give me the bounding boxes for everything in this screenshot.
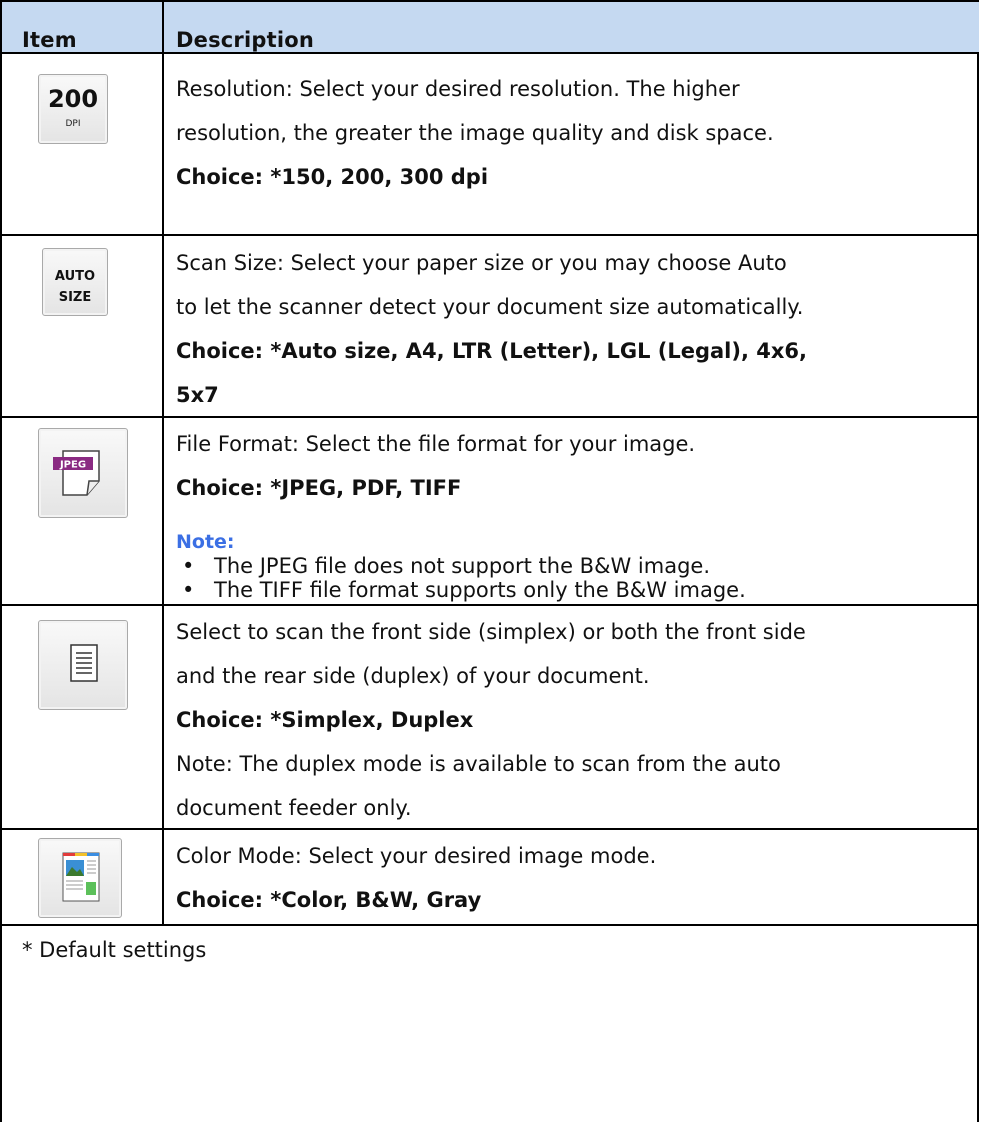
scan-size-line-1: Scan Size: Select your paper size or you… <box>176 251 787 275</box>
file-format-line-1: File Format: Select the file format for … <box>176 432 696 456</box>
list-item: The TIFF file format supports only the B… <box>176 578 746 602</box>
table-row-file-format: JPEG File Format: Select the file format… <box>2 418 979 606</box>
header-description: Description <box>176 28 315 52</box>
dpi-icon-number: 200 <box>47 85 99 113</box>
column-divider <box>162 236 164 416</box>
simplex-note-line-2: document feeder only. <box>176 796 412 820</box>
resolution-line-2: resolution, the greater the image qualit… <box>176 121 774 145</box>
auto-size-icon-text: AUTO SIZE <box>43 266 107 308</box>
column-divider <box>162 606 164 828</box>
color-mode-line-1: Color Mode: Select your desired image mo… <box>176 844 657 868</box>
table-header: Item Description <box>2 0 979 54</box>
simplex-note-line-1: Note: The duplex mode is available to sc… <box>176 752 781 776</box>
column-divider <box>162 418 164 604</box>
simplex-document-graphic <box>70 644 98 682</box>
color-mode-graphic <box>62 852 100 902</box>
table-row-simplex-duplex: Select to scan the front side (simplex) … <box>2 606 979 830</box>
auto-size-icon-line-2: SIZE <box>58 290 92 305</box>
resolution-choice: Choice: *150, 200, 300 dpi <box>176 165 489 189</box>
jpeg-file-graphic: JPEG <box>53 450 100 496</box>
scan-size-line-2: to let the scanner detect your document … <box>176 295 804 319</box>
simplex-line-1: Select to scan the front side (simplex) … <box>176 620 806 644</box>
color-mode-choice: Choice: *Color, B&W, Gray <box>176 888 482 912</box>
simplex-document-icon <box>38 620 128 710</box>
settings-table: Item Description 200 DPI Resolution: Sel… <box>0 0 979 1122</box>
jpeg-file-icon: JPEG <box>38 428 128 518</box>
simplex-description: Select to scan the front side (simplex) … <box>176 610 971 830</box>
scan-size-description: Scan Size: Select your paper size or you… <box>176 241 971 417</box>
dpi-icon-caption: DPI <box>65 119 81 129</box>
simplex-choice: Choice: *Simplex, Duplex <box>176 708 474 732</box>
resolution-description: Resolution: Select your desired resoluti… <box>176 67 971 199</box>
scan-size-choice-line-2: 5x7 <box>176 383 219 407</box>
jpeg-icon-label: JPEG <box>59 460 86 471</box>
default-settings-footnote: * Default settings <box>22 938 207 962</box>
table-row-scan-size: AUTO SIZE Scan Size: Select your paper s… <box>2 236 979 418</box>
table-row-color-mode: Color Mode: Select your desired image mo… <box>2 830 979 926</box>
auto-size-icon: AUTO SIZE <box>42 248 108 316</box>
table-row-resolution: 200 DPI Resolution: Select your desired … <box>2 54 979 236</box>
file-format-note-list: The JPEG file does not support the B&W i… <box>176 554 746 602</box>
color-mode-description: Color Mode: Select your desired image mo… <box>176 834 971 922</box>
resolution-line-1: Resolution: Select your desired resoluti… <box>176 77 740 101</box>
file-format-choice: Choice: *JPEG, PDF, TIFF <box>176 476 462 500</box>
file-format-note-title: Note: <box>176 531 235 553</box>
column-divider <box>162 2 164 52</box>
column-divider <box>162 830 164 924</box>
dpi-200-icon: 200 DPI <box>38 74 108 144</box>
file-format-description: File Format: Select the file format for … <box>176 422 971 510</box>
scan-size-choice-line-1: Choice: *Auto size, A4, LTR (Letter), LG… <box>176 339 808 363</box>
list-item: The JPEG file does not support the B&W i… <box>176 554 746 578</box>
header-item: Item <box>22 28 77 52</box>
column-divider <box>162 54 164 234</box>
auto-size-icon-line-1: AUTO <box>54 269 96 284</box>
color-mode-icon <box>38 838 122 918</box>
simplex-line-2: and the rear side (duplex) of your docum… <box>176 664 650 688</box>
